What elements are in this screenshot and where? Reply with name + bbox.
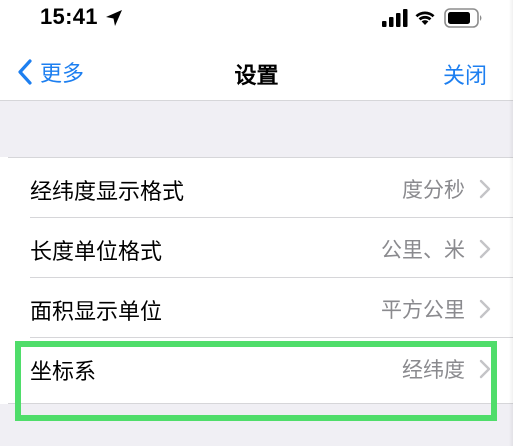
- row-value: 度分秒: [402, 178, 465, 202]
- settings-list: 经纬度显示格式 度分秒 长度单位格式 公里、米 面积显示单位 平方公里 坐标系: [8, 158, 513, 398]
- page-title: 设置: [234, 64, 279, 89]
- status-bar: 15:41: [0, 0, 513, 36]
- section-spacer: [0, 101, 513, 157]
- status-time: 15:41: [40, 4, 98, 29]
- screen: 15:41 更多 设置 关闭 经纬度显示格式 度分秒 长度单位格式 公里、米 面…: [0, 0, 513, 446]
- chevron-right-icon: [479, 359, 491, 379]
- row-value: 平方公里: [381, 298, 465, 322]
- settings-row-coordinate-display-format[interactable]: 经纬度显示格式 度分秒: [8, 158, 513, 218]
- close-button[interactable]: 关闭: [443, 58, 487, 90]
- row-label: 经纬度显示格式: [30, 180, 185, 205]
- row-value: 经纬度: [402, 358, 465, 382]
- row-label: 面积显示单位: [30, 300, 163, 325]
- cellular-signal-icon: [382, 9, 408, 27]
- section-footer-spacer: [0, 404, 513, 446]
- battery-icon: [444, 8, 482, 28]
- row-label: 坐标系: [30, 360, 97, 385]
- settings-row-coordinate-system[interactable]: 坐标系 经纬度: [8, 338, 513, 398]
- settings-row-length-unit-format[interactable]: 长度单位格式 公里、米: [8, 218, 513, 278]
- wifi-icon: [415, 11, 435, 25]
- navigation-bar: 更多 设置 关闭: [0, 44, 513, 100]
- row-label: 长度单位格式: [30, 240, 163, 265]
- chevron-right-icon: [479, 299, 491, 319]
- chevron-right-icon: [479, 239, 491, 259]
- settings-row-area-display-unit[interactable]: 面积显示单位 平方公里: [8, 278, 513, 338]
- row-value: 公里、米: [381, 238, 465, 262]
- chevron-right-icon: [479, 179, 491, 199]
- location-arrow-icon: [106, 10, 122, 26]
